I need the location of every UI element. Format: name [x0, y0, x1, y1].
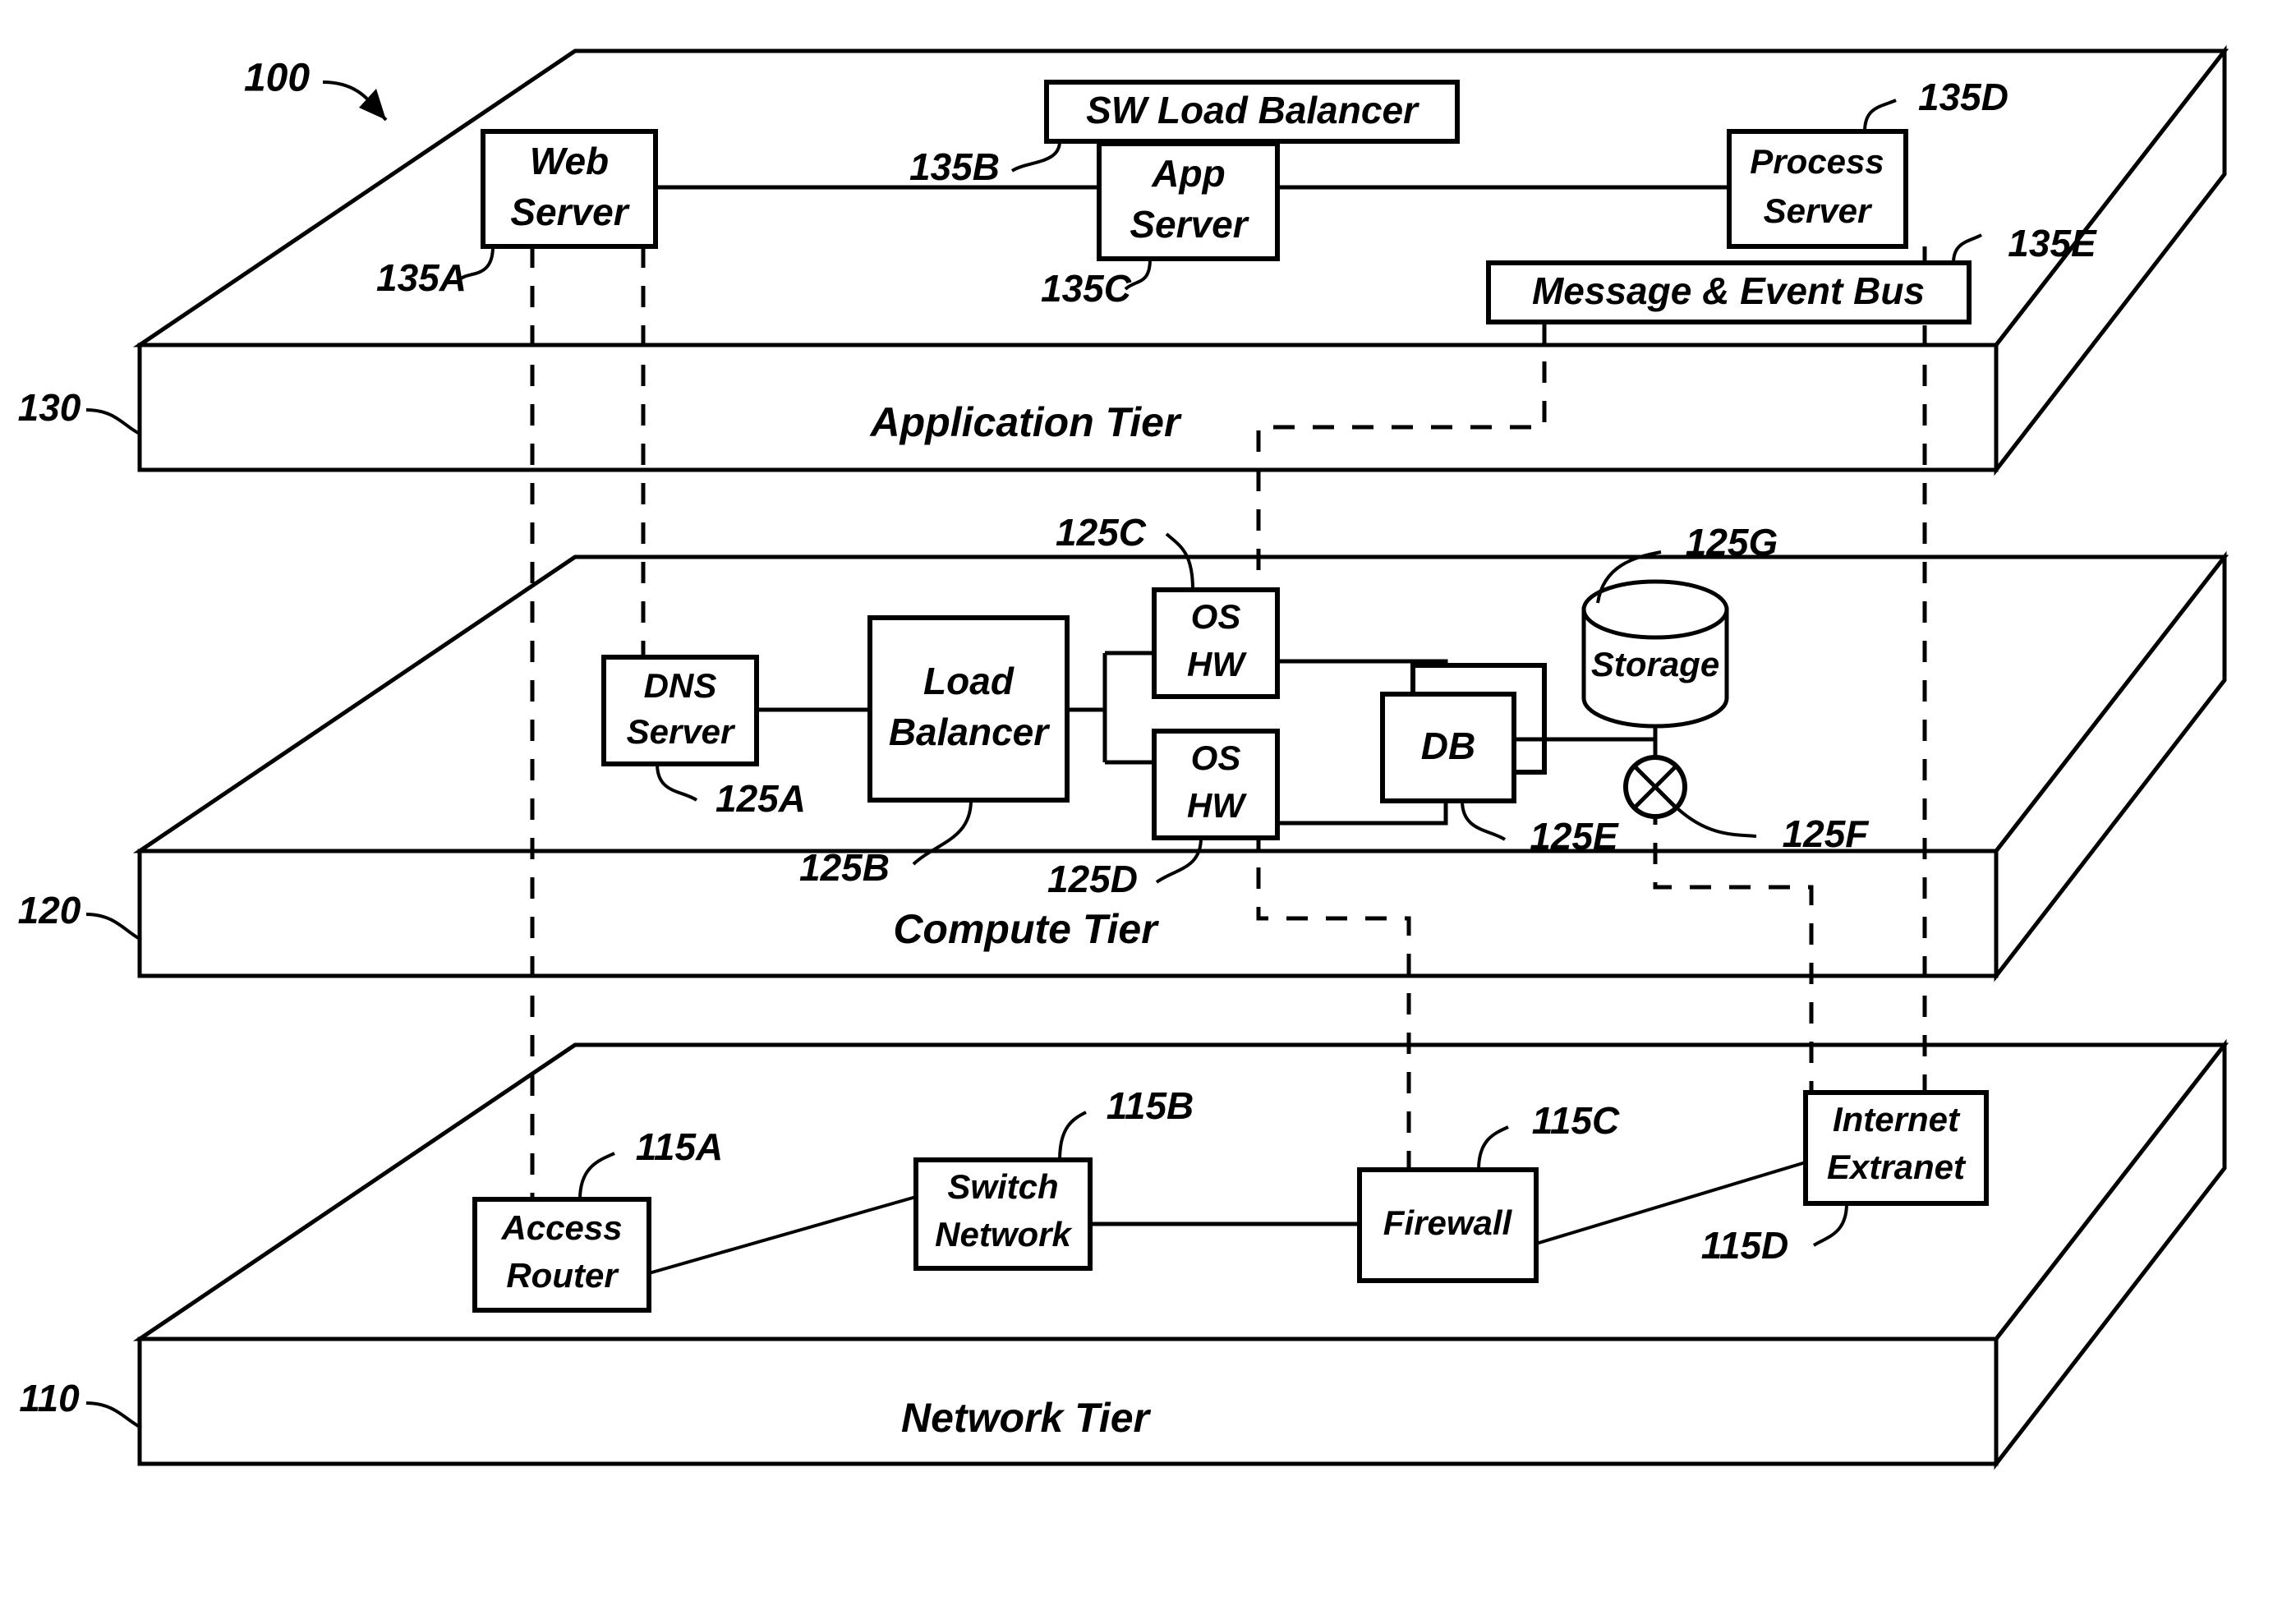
os-hw-upper-label-line2: HW	[1187, 645, 1247, 683]
db-label: DB	[1421, 725, 1475, 767]
ref-125g: 125G	[1686, 521, 1778, 564]
network-tier-label: Network Tier	[901, 1395, 1151, 1441]
ref-125f: 125F	[1783, 812, 1870, 855]
os-hw-lower-label-line2: HW	[1187, 786, 1247, 825]
process-server-label-line1: Process	[1750, 142, 1884, 181]
ref-115b: 115B	[1107, 1084, 1194, 1127]
ref-135e: 135E	[2008, 222, 2097, 265]
load-balancer-label-line2: Balancer	[889, 711, 1050, 753]
ref-125e: 125E	[1530, 815, 1619, 858]
ref-130: 130	[18, 386, 81, 429]
ref-115d: 115D	[1701, 1224, 1789, 1267]
ref-135d: 135D	[1918, 76, 2008, 118]
node-os-hw-upper[interactable]: OS HW	[1152, 587, 1280, 699]
node-access-router[interactable]: Access Router	[472, 1197, 651, 1313]
process-server-label-line2: Server	[1764, 191, 1873, 230]
ref-125b: 125B	[799, 846, 890, 889]
access-router-label-line2: Router	[506, 1256, 619, 1295]
node-os-hw-lower[interactable]: OS HW	[1152, 729, 1280, 840]
node-web-server[interactable]: Web Server	[481, 129, 658, 249]
leader-120	[85, 913, 142, 941]
patent-figure: Web Server 135A SW Load Balancer 135B Ap…	[0, 0, 2296, 1601]
sw-load-balancer-label: SW Load Balancer	[1086, 89, 1419, 131]
node-process-server[interactable]: Process Server	[1727, 129, 1908, 249]
ref-125d: 125D	[1047, 858, 1138, 900]
node-san-switch[interactable]	[1623, 755, 1687, 819]
internet-extranet-label-line2: Extranet	[1827, 1148, 1967, 1186]
message-event-bus-label: Message & Event Bus	[1532, 269, 1925, 312]
figure-reference-100: 100	[244, 57, 388, 122]
switch-network-label-line2: Network	[935, 1215, 1073, 1254]
load-balancer-box[interactable]	[867, 615, 1070, 803]
ref-135b: 135B	[909, 145, 1000, 188]
firewall-label: Firewall	[1383, 1203, 1513, 1242]
application-tier-label: Application Tier	[869, 399, 1182, 445]
node-storage[interactable]: Storage	[1581, 579, 1729, 729]
ref-135a: 135A	[376, 256, 467, 299]
ref-115a: 115A	[636, 1125, 724, 1168]
app-server-label-line1: App	[1151, 152, 1225, 195]
node-load-balancer[interactable]: Load Balancer	[867, 615, 1070, 803]
figure-ref-label: 100	[244, 57, 310, 100]
internet-extranet-label-line1: Internet	[1833, 1100, 1961, 1139]
app-server-label-line2: Server	[1130, 203, 1249, 246]
access-router-label-line1: Access	[500, 1208, 622, 1247]
node-internet-extranet[interactable]: Internet Extranet	[1803, 1090, 1989, 1206]
web-server-label-line2: Server	[510, 191, 629, 233]
storage-cylinder-top	[1581, 579, 1729, 640]
ref-120: 120	[18, 889, 81, 932]
node-sw-load-balancer[interactable]: SW Load Balancer	[1044, 80, 1460, 144]
node-switch-network[interactable]: Switch Network	[913, 1157, 1093, 1271]
node-app-server[interactable]: App Server	[1097, 141, 1280, 261]
tiered-architecture-diagram: Web Server 135A SW Load Balancer 135B Ap…	[18, 44, 2229, 1470]
ref-125c: 125C	[1056, 511, 1147, 554]
os-hw-upper-label-line1: OS	[1191, 597, 1241, 636]
ref-135c: 135C	[1041, 267, 1132, 310]
switch-network-label-line1: Switch	[947, 1167, 1058, 1206]
leader-130	[85, 408, 140, 435]
os-hw-lower-label-line1: OS	[1191, 738, 1241, 777]
node-firewall[interactable]: Firewall	[1357, 1167, 1539, 1283]
dns-server-label-line2: Server	[627, 712, 736, 751]
node-dns-server[interactable]: DNS Server	[601, 655, 759, 766]
ref-115c: 115C	[1532, 1099, 1620, 1142]
ref-125a: 125A	[715, 777, 806, 820]
compute-tier-label: Compute Tier	[893, 906, 1159, 952]
storage-label: Storage	[1591, 645, 1719, 683]
ref-110: 110	[19, 1377, 80, 1419]
leader-110	[85, 1401, 142, 1429]
web-server-label-line1: Web	[530, 140, 609, 182]
node-message-event-bus[interactable]: Message & Event Bus	[1486, 260, 1972, 324]
load-balancer-label-line1: Load	[923, 660, 1015, 702]
dns-server-label-line1: DNS	[644, 666, 717, 705]
